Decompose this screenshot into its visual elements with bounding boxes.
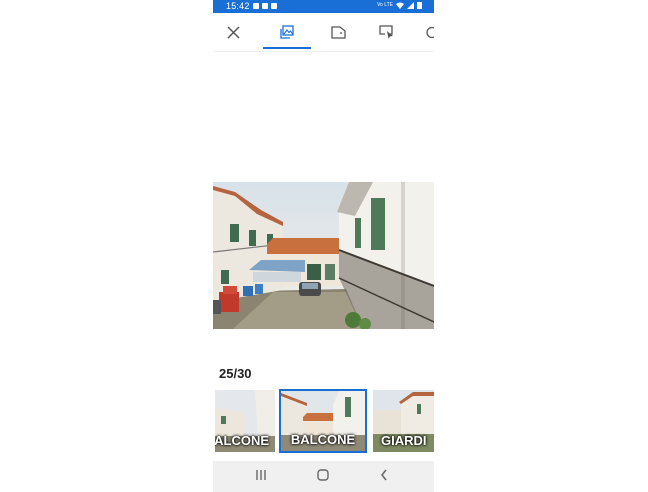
thumbnail-label: GIARDI	[381, 433, 427, 448]
back-icon[interactable]	[379, 468, 389, 482]
close-icon	[226, 25, 240, 39]
photo-gallery-icon	[280, 25, 294, 39]
thumbnail-strip[interactable]: ALCONE BALCONE GIARDI	[213, 389, 434, 455]
floor-plan-icon	[330, 25, 346, 39]
wifi-icon	[396, 2, 404, 9]
battery-icon	[417, 2, 422, 9]
phone-screen: 15:42 Vo LTE 25/30 ALCONE BALCONE GIARDI	[213, 0, 434, 492]
thumbnail-item[interactable]: ALCONE	[215, 390, 275, 452]
status-bar: 15:42 Vo LTE	[213, 0, 434, 13]
thumbnail-label: ALCONE	[215, 433, 269, 448]
partial-icon	[426, 26, 434, 38]
recents-icon[interactable]	[255, 468, 267, 482]
message-notification-icon	[271, 3, 277, 9]
tab-virtual-tour[interactable]	[375, 13, 397, 51]
photo-counter: 25/30	[219, 366, 252, 381]
close-button[interactable]	[223, 13, 243, 51]
thumbnail-label: BALCONE	[290, 432, 356, 447]
tab-floor-plan[interactable]	[327, 13, 349, 51]
gallery-notification-icon	[253, 3, 259, 9]
tab-more[interactable]	[423, 13, 434, 51]
active-tab-indicator	[263, 47, 311, 49]
system-navigation-bar	[213, 461, 434, 492]
home-icon[interactable]	[316, 468, 330, 482]
video-notification-icon	[262, 3, 268, 9]
network-label: Vo LTE	[376, 2, 393, 8]
gallery-toolbar	[213, 13, 434, 52]
thumbnail-item[interactable]: GIARDI	[373, 390, 434, 452]
signal-icon	[407, 2, 414, 9]
system-icons: Vo LTE	[377, 2, 422, 9]
thumbnail-item-selected[interactable]: BALCONE	[279, 389, 367, 453]
notification-icons	[253, 3, 277, 9]
status-time: 15:42	[226, 1, 250, 11]
main-photo[interactable]	[213, 182, 434, 329]
cursor-tour-icon	[378, 25, 393, 39]
tab-photos[interactable]	[263, 13, 311, 51]
